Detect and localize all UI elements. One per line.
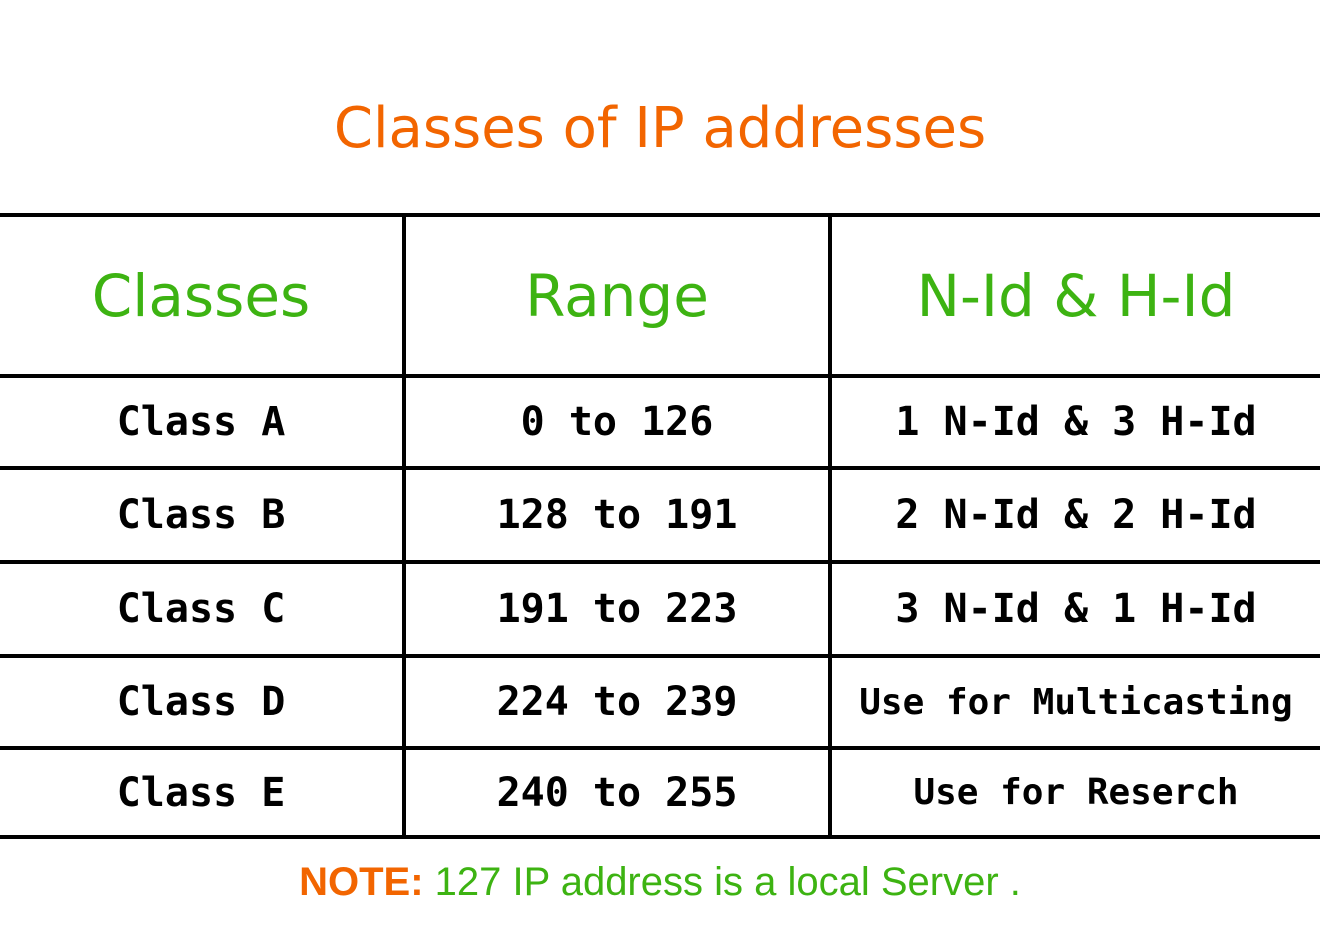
table-cell-range: 240 to 255 <box>496 769 738 816</box>
table-cell-class: Class B <box>116 492 286 538</box>
table-border-bottom <box>0 835 1320 839</box>
table-cell-ids: 2 N-Id & 2 H-Id <box>895 492 1257 538</box>
header-classes: Classes <box>91 261 311 330</box>
table-cell-range: 191 to 223 <box>496 586 738 632</box>
header-nid-hid: N-Id & H-Id <box>916 261 1236 330</box>
table-cell-class: Class C <box>116 586 286 632</box>
table-cell-class: Class E <box>116 769 286 816</box>
table-cell-class: Class A <box>116 399 286 445</box>
table-cell-ids: Use for Multicasting <box>859 681 1293 723</box>
table-cell-ids: 3 N-Id & 1 H-Id <box>895 586 1257 632</box>
table-cell-ids: Use for Reserch <box>913 772 1239 813</box>
page-title: Classes of IP addresses <box>333 96 987 161</box>
note-text: 127 IP address is a local Server . <box>423 860 1021 904</box>
table-cell-ids: 1 N-Id & 3 H-Id <box>895 399 1257 445</box>
note-label: NOTE: <box>299 860 424 904</box>
table-cell-range: 224 to 239 <box>496 679 738 725</box>
table-cell-range: 128 to 191 <box>496 492 738 538</box>
table-cell-range: 0 to 126 <box>520 399 714 445</box>
footnote: NOTE: 127 IP address is a local Server . <box>0 860 1320 905</box>
header-range: Range <box>525 261 709 330</box>
table-cell-class: Class D <box>116 679 286 725</box>
